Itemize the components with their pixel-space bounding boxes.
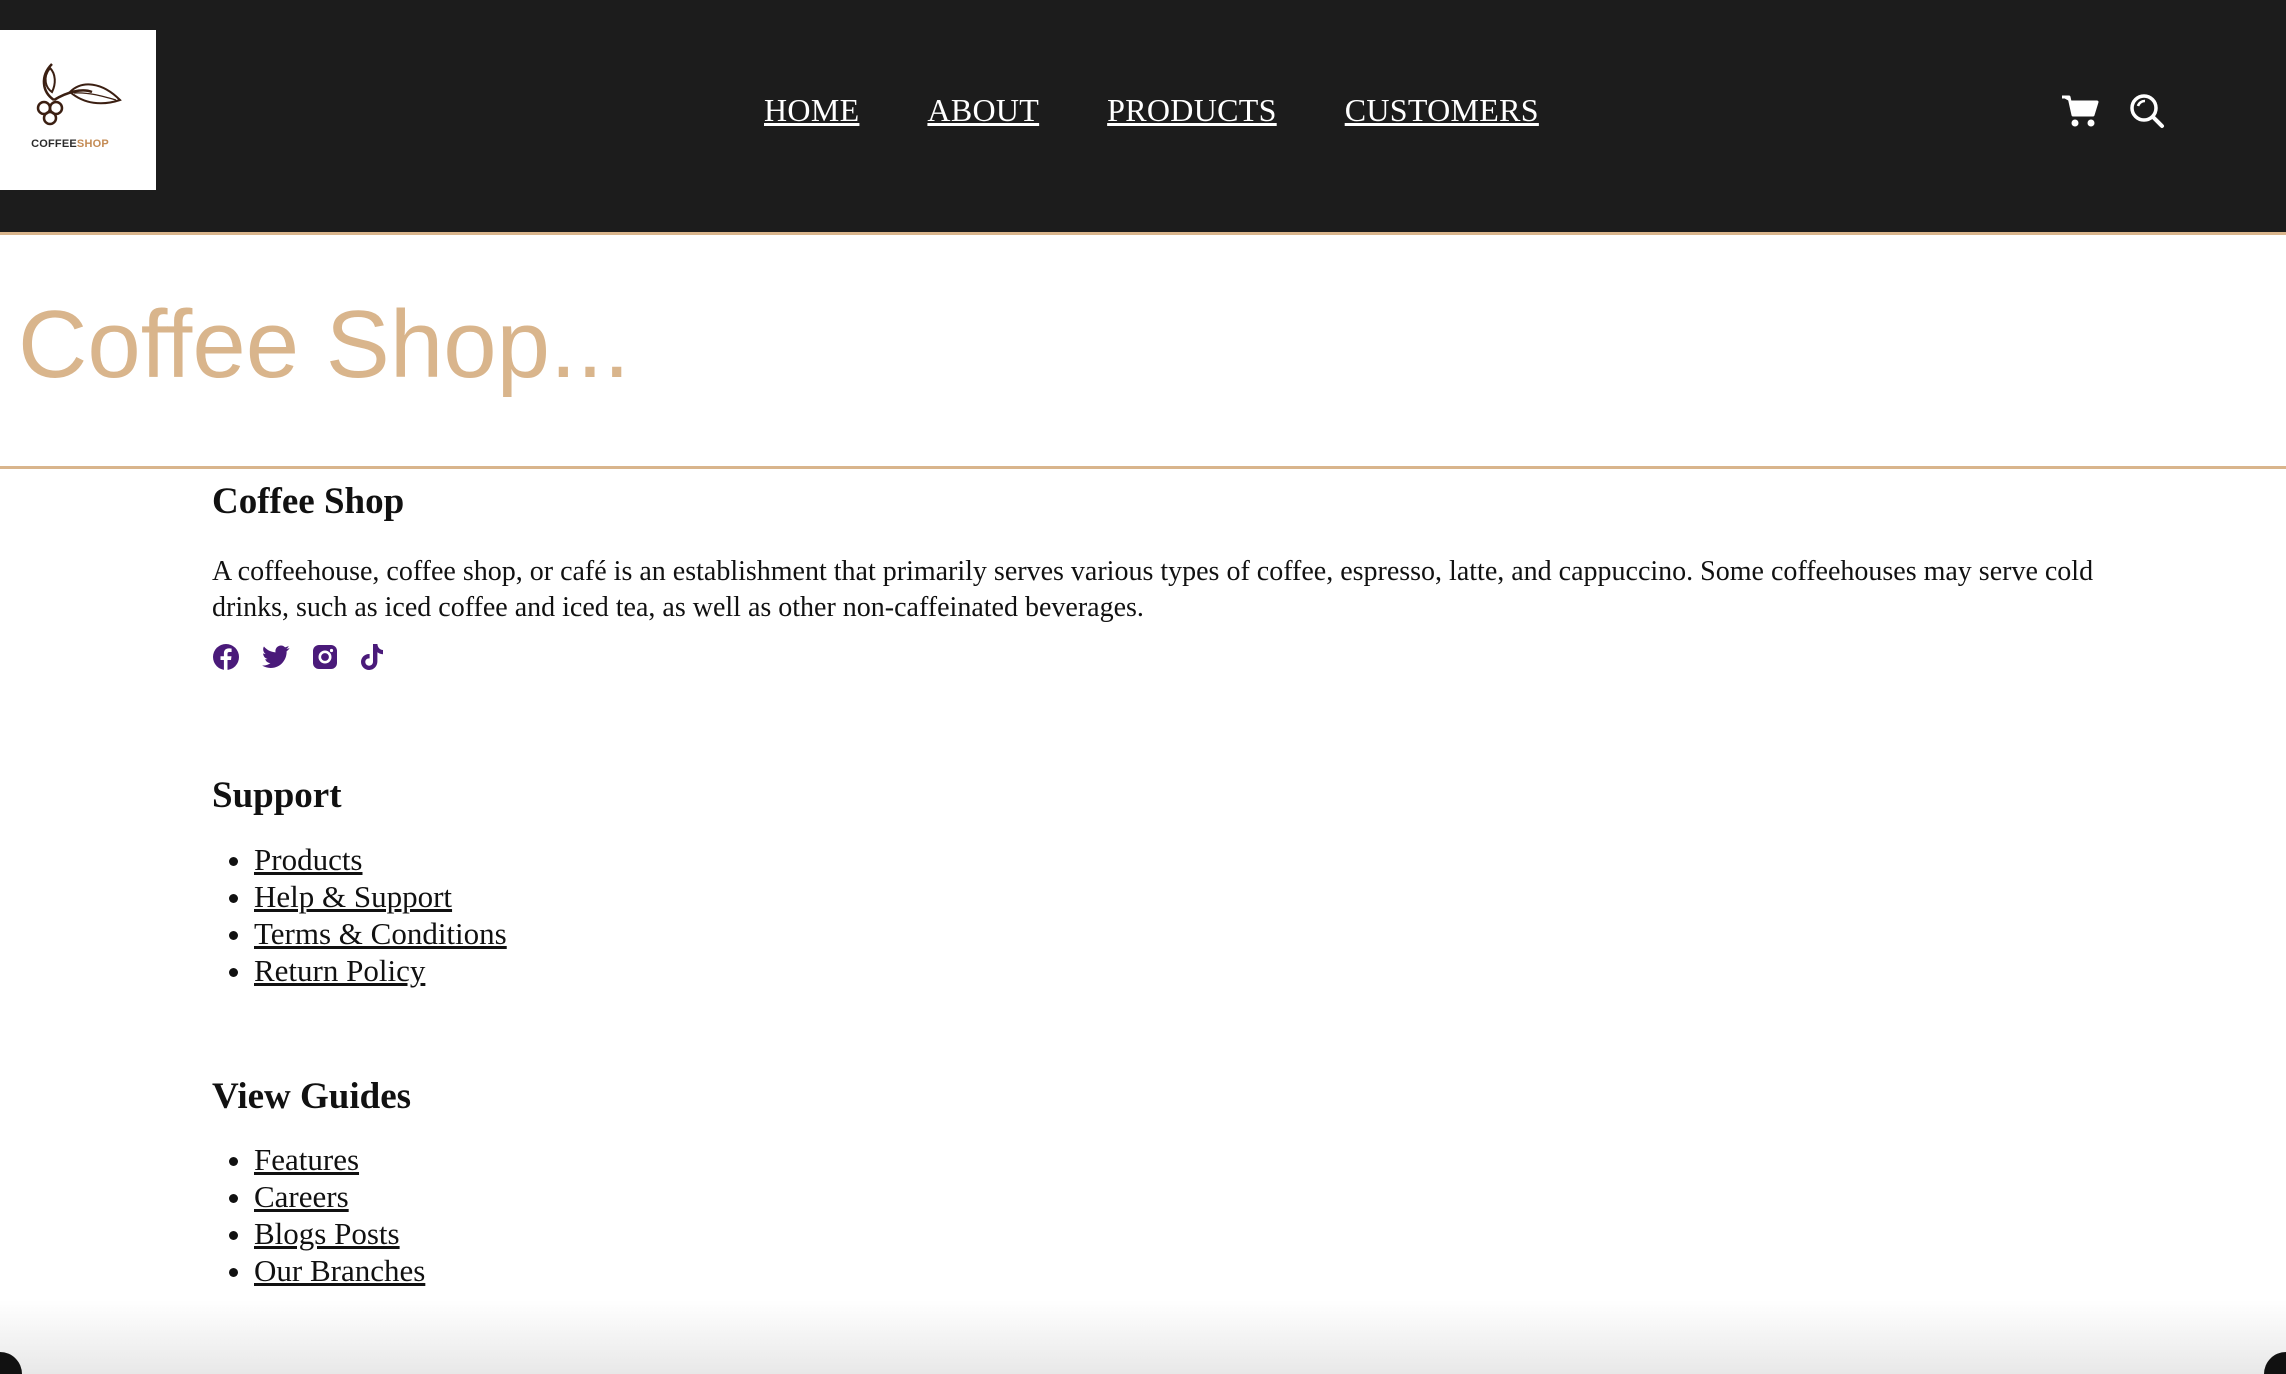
list-item: Products [254, 841, 2112, 878]
link-our-branches[interactable]: Our Branches [254, 1253, 425, 1288]
nav-customers[interactable]: CUSTOMERS [1345, 92, 1539, 129]
support-heading: Support [212, 775, 342, 817]
header-actions [2060, 92, 2166, 135]
list-item: Help & Support [254, 878, 2112, 915]
site-logo[interactable]: COFFEESHOP [0, 30, 156, 190]
guides-links: Features Careers Blogs Posts Our Branche… [212, 1141, 2112, 1289]
nav-about[interactable]: ABOUT [927, 92, 1039, 129]
site-header: COFFEESHOP HOME ABOUT PRODUCTS CUSTOMERS [0, 0, 2286, 235]
list-item: Terms & Conditions [254, 915, 2112, 952]
link-careers[interactable]: Careers [254, 1179, 349, 1214]
hero-banner: Coffee Shop... [0, 235, 2286, 469]
about-heading: Coffee Shop [212, 481, 405, 522]
bottom-shadow [0, 1300, 2286, 1374]
list-item: Our Branches [254, 1252, 2112, 1289]
guides-heading: View Guides [212, 1075, 412, 1117]
footer-content: Coffee Shop A coffeehouse, coffee shop, … [212, 480, 2112, 1289]
support-section: Support Products Help & Support Terms & … [212, 774, 2112, 988]
about-description: A coffeehouse, coffee shop, or café is a… [212, 556, 2094, 624]
twitter-icon[interactable] [262, 644, 290, 675]
link-products[interactable]: Products [254, 842, 363, 877]
link-terms-conditions[interactable]: Terms & Conditions [254, 916, 507, 951]
support-links: Products Help & Support Terms & Conditio… [212, 841, 2112, 989]
logo-wordmark: COFFEESHOP [31, 138, 109, 150]
guides-section: View Guides Features Careers Blogs Posts… [212, 1075, 2112, 1289]
main-nav: HOME ABOUT PRODUCTS CUSTOMERS [764, 92, 1539, 129]
nav-products[interactable]: PRODUCTS [1107, 92, 1277, 129]
social-links [212, 643, 2112, 676]
list-item: Features [254, 1141, 2112, 1178]
link-features[interactable]: Features [254, 1142, 359, 1177]
cart-icon[interactable] [2060, 93, 2100, 134]
link-return-policy[interactable]: Return Policy [254, 953, 425, 988]
facebook-icon[interactable] [212, 643, 240, 676]
nav-home[interactable]: HOME [764, 92, 859, 129]
coffee-branch-logo-icon [36, 63, 122, 126]
list-item: Return Policy [254, 952, 2112, 989]
tiktok-icon[interactable] [360, 643, 384, 676]
search-icon[interactable] [2128, 92, 2166, 135]
link-blog-posts[interactable]: Blogs Posts [254, 1216, 400, 1251]
list-item: Blogs Posts [254, 1215, 2112, 1252]
list-item: Careers [254, 1178, 2112, 1215]
hero-title: Coffee Shop... [18, 291, 630, 398]
link-help-support[interactable]: Help & Support [254, 879, 452, 914]
instagram-icon[interactable] [312, 644, 338, 675]
